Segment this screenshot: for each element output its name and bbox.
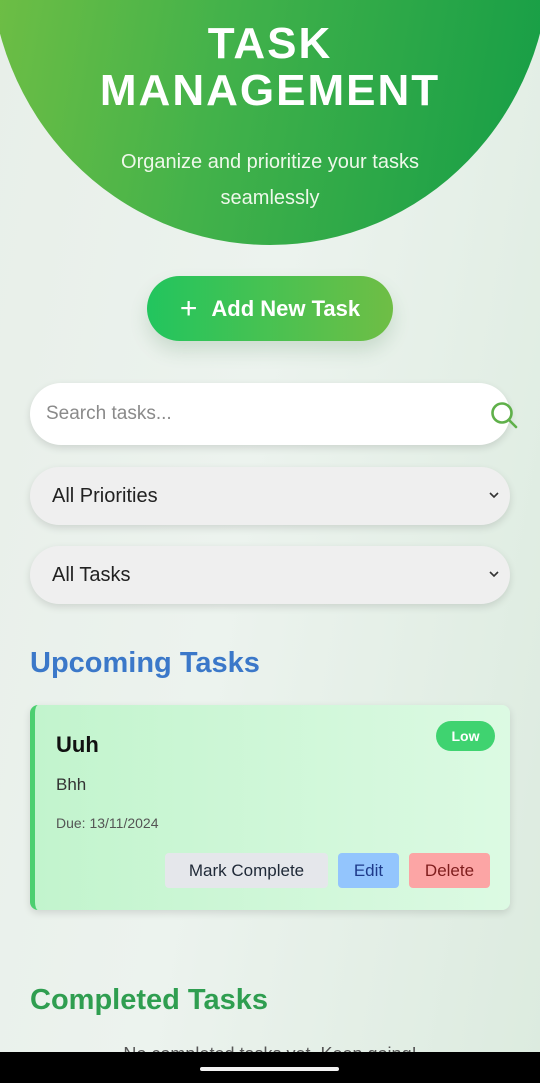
- title-line-1: TASK: [207, 19, 333, 68]
- title-line-2: MANAGEMENT: [99, 66, 441, 115]
- priority-badge: Low: [436, 721, 495, 751]
- task-description: Bhh: [56, 775, 87, 794]
- page-subtitle: Organize and prioritize your tasks seaml…: [70, 144, 470, 216]
- search-icon[interactable]: [490, 401, 518, 429]
- home-gesture-handle[interactable]: [200, 1067, 339, 1071]
- search-bar[interactable]: [30, 383, 518, 445]
- status-filter-value: All Tasks: [52, 564, 131, 586]
- chevron-down-icon: [489, 492, 499, 499]
- task-due-date: Due: 13/11/2024: [56, 815, 159, 831]
- task-card: Uuh Low Bhh Due: 13/11/2024 Mark Complet…: [30, 705, 510, 910]
- delete-button[interactable]: Delete: [409, 853, 490, 888]
- priority-filter-value: All Priorities: [52, 485, 158, 507]
- edit-button[interactable]: Edit: [338, 853, 399, 888]
- mark-complete-button[interactable]: Mark Complete: [165, 853, 328, 888]
- upcoming-tasks-heading: Upcoming Tasks: [30, 647, 260, 679]
- completed-tasks-heading: Completed Tasks: [30, 984, 268, 1016]
- plus-icon: +: [179, 291, 198, 325]
- subtitle-line-1: Organize and prioritize your tasks: [121, 151, 419, 173]
- add-new-task-button[interactable]: + Add New Task: [147, 276, 393, 341]
- add-new-task-label: Add New Task: [211, 295, 361, 321]
- priority-filter-select[interactable]: All Priorities: [30, 467, 510, 525]
- chevron-down-icon: [489, 571, 499, 578]
- search-input[interactable]: [46, 383, 446, 445]
- status-filter-select[interactable]: All Tasks: [30, 546, 510, 604]
- page-title: TASK MANAGEMENT: [0, 20, 540, 114]
- task-title: Uuh: [56, 732, 99, 757]
- subtitle-line-2: seamlessly: [220, 187, 320, 209]
